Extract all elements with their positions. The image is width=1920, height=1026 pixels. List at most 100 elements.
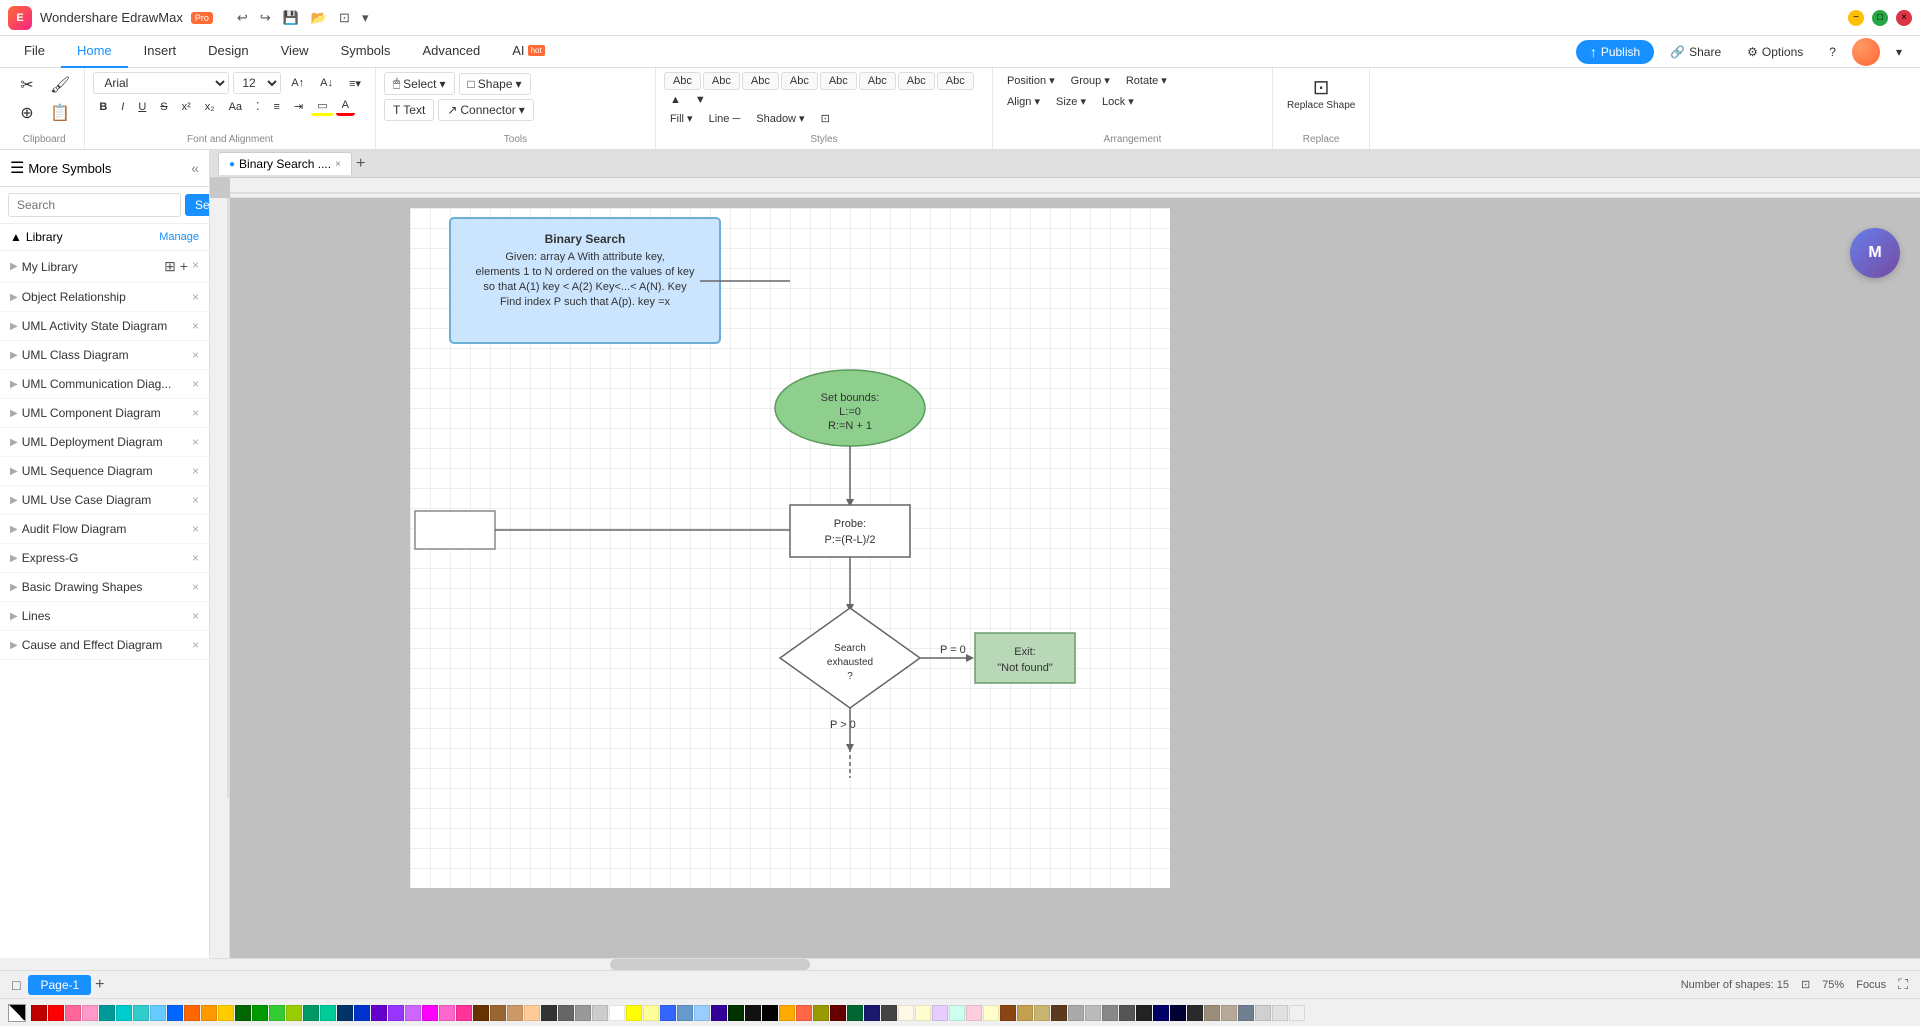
express-g-close[interactable]: × (192, 551, 199, 565)
swatch-grey8[interactable] (1255, 1005, 1271, 1021)
swatch-pink3[interactable] (439, 1005, 455, 1021)
swatch-olive[interactable] (813, 1005, 829, 1021)
swatch-coral[interactable] (796, 1005, 812, 1021)
style-pill-1[interactable]: Abc (664, 72, 701, 90)
menu-view[interactable]: View (265, 36, 325, 68)
style-pill-7[interactable]: Abc (898, 72, 935, 90)
swatch-charcoal[interactable] (881, 1005, 897, 1021)
swatch-navy2[interactable] (354, 1005, 370, 1021)
swatch-green-dark[interactable] (235, 1005, 251, 1021)
fit-icon[interactable]: ⊡ (1801, 978, 1810, 991)
swatch-aqua[interactable] (320, 1005, 336, 1021)
swatch-grey5[interactable] (1102, 1005, 1118, 1021)
canvas-area[interactable]: ● Binary Search .... × + (210, 150, 1920, 958)
swatch-maroon[interactable] (830, 1005, 846, 1021)
swatch-yellow2[interactable] (643, 1005, 659, 1021)
swatch-lime[interactable] (286, 1005, 302, 1021)
fill-button[interactable]: Fill ▾ (664, 110, 699, 127)
cut-button[interactable]: ✂ (12, 72, 42, 100)
menu-symbols[interactable]: Symbols (325, 36, 407, 68)
menu-insert[interactable]: Insert (128, 36, 193, 68)
swatch-black[interactable] (762, 1005, 778, 1021)
swatch-silver[interactable] (592, 1005, 608, 1021)
swatch-slate[interactable] (1238, 1005, 1254, 1021)
swatch-rose[interactable] (456, 1005, 472, 1021)
strikethrough-button[interactable]: S (154, 99, 173, 115)
swatch-skyblue[interactable] (694, 1005, 710, 1021)
add-new-page-button[interactable]: + (95, 976, 104, 994)
shadow-button[interactable]: Shadow ▾ (750, 110, 810, 127)
rotate-button[interactable]: Rotate ▾ (1120, 72, 1173, 89)
styles-options-button[interactable]: ⊡ (815, 110, 836, 127)
swatch-orange[interactable] (184, 1005, 200, 1021)
swatch-grey2[interactable] (575, 1005, 591, 1021)
white-canvas[interactable]: Binary Search Given: array A With attrib… (410, 208, 1170, 888)
swatch-midnight[interactable] (864, 1005, 880, 1021)
swatch-green[interactable] (252, 1005, 268, 1021)
italic-button[interactable]: I (115, 99, 130, 115)
superscript-button[interactable]: x² (176, 99, 197, 115)
lock-button[interactable]: Lock ▾ (1096, 93, 1140, 110)
swatch-grey6[interactable] (1119, 1005, 1135, 1021)
swatch-grey7[interactable] (1136, 1005, 1152, 1021)
swatch-navy[interactable] (337, 1005, 353, 1021)
redo-button[interactable]: ↪ (256, 8, 275, 28)
sidebar-item-uml-class[interactable]: ▶ UML Class Diagram × (0, 341, 209, 370)
horizontal-scrollbar[interactable] (210, 958, 1920, 970)
swatch-lavender[interactable] (932, 1005, 948, 1021)
swatch-lightpink[interactable] (966, 1005, 982, 1021)
indent-button[interactable]: ⇥ (288, 98, 309, 115)
swatch-offwhite[interactable] (1289, 1005, 1305, 1021)
fill-color-button[interactable]: ▭ (311, 97, 333, 116)
uml-activity-close[interactable]: × (192, 319, 199, 333)
swatch-amber[interactable] (218, 1005, 234, 1021)
document-tab-active[interactable]: ● Binary Search .... × (218, 152, 352, 175)
uml-component-close[interactable]: × (192, 406, 199, 420)
styles-collapse-button[interactable]: ▼ (689, 92, 712, 108)
styles-expand-button[interactable]: ▲ (664, 92, 687, 108)
group-button[interactable]: Group ▾ (1065, 72, 1116, 89)
basic-drawing-close[interactable]: × (192, 580, 199, 594)
swatch-lightyellow[interactable] (983, 1005, 999, 1021)
swatch-warmgrey[interactable] (1204, 1005, 1220, 1021)
swatch-cyan2[interactable] (133, 1005, 149, 1021)
minimize-button[interactable]: − (1848, 10, 1864, 26)
swatch-pink2[interactable] (82, 1005, 98, 1021)
swatch-khaki[interactable] (1034, 1005, 1050, 1021)
swatch-cream[interactable] (915, 1005, 931, 1021)
swatch-brown3[interactable] (1000, 1005, 1016, 1021)
line-button[interactable]: Line ─ (703, 111, 747, 127)
swatch-grey3[interactable] (1068, 1005, 1084, 1021)
text-color-button[interactable]: A (336, 97, 355, 116)
sidebar-item-lines[interactable]: ▶ Lines × (0, 602, 209, 631)
swatch-white[interactable] (609, 1005, 625, 1021)
swatch-orange2[interactable] (201, 1005, 217, 1021)
numbered-list-button[interactable]: ≡ (268, 99, 286, 115)
page-tab-1[interactable]: Page-1 (28, 975, 91, 995)
scrollbar-thumb-h[interactable] (610, 959, 810, 970)
swatch-blue[interactable] (167, 1005, 183, 1021)
sidebar-item-uml-activity[interactable]: ▶ UML Activity State Diagram × (0, 312, 209, 341)
swatch-charcoal2[interactable] (1187, 1005, 1203, 1021)
style-pill-5[interactable]: Abc (820, 72, 857, 90)
uml-class-close[interactable]: × (192, 348, 199, 362)
swatch-purple[interactable] (371, 1005, 387, 1021)
swatch-violet[interactable] (405, 1005, 421, 1021)
help-button[interactable]: ? (1819, 41, 1846, 63)
swatch-yellow[interactable] (626, 1005, 642, 1021)
sidebar-item-basic-drawing[interactable]: ▶ Basic Drawing Shapes × (0, 573, 209, 602)
share-action-button[interactable]: 🔗 Share (1660, 41, 1731, 63)
sidebar-item-uml-communication[interactable]: ▶ UML Communication Diag... × (0, 370, 209, 399)
collapse-top-button[interactable]: ▾ (1886, 41, 1912, 63)
swatch-grey4[interactable] (1085, 1005, 1101, 1021)
swatch-magenta[interactable] (422, 1005, 438, 1021)
sidebar-item-uml-usecase[interactable]: ▶ UML Use Case Diagram × (0, 486, 209, 515)
swatch-cyan[interactable] (116, 1005, 132, 1021)
focus-button[interactable]: Focus (1856, 979, 1886, 991)
my-library-close-button[interactable]: × (192, 258, 199, 275)
search-button[interactable]: Search (185, 194, 210, 216)
sidebar-item-my-library[interactable]: ▶ My Library ⊞ + × (0, 251, 209, 283)
paste-button[interactable]: 📋 (44, 100, 76, 128)
undo-button[interactable]: ↩ (233, 8, 252, 28)
align-button[interactable]: ≡▾ (343, 75, 367, 92)
